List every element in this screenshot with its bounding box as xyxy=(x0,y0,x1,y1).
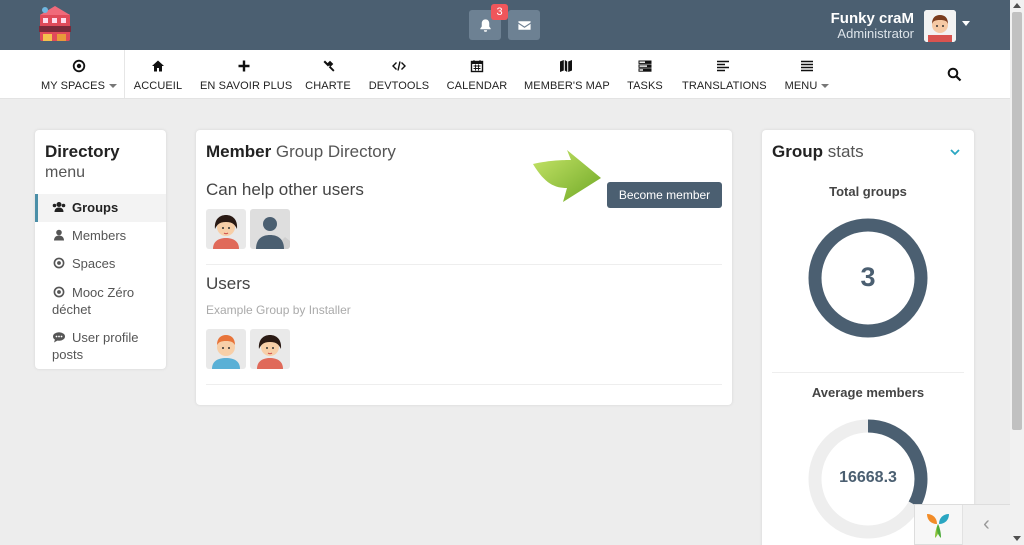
user-menu-caret-icon[interactable] xyxy=(962,21,970,26)
nav-label: MENU xyxy=(784,80,818,92)
page-scrollbar[interactable] xyxy=(1010,0,1024,545)
user-role: Administrator xyxy=(837,26,914,41)
title-rest: stats xyxy=(827,142,864,161)
directory-menu-subtitle: menu xyxy=(45,164,86,181)
nav-label: DEVTOOLS xyxy=(368,80,430,92)
average-members-value: 16668.3 xyxy=(839,469,897,486)
yii-debug-toolbar: ‹ xyxy=(914,504,1010,545)
group-description: Example Group by Installer xyxy=(206,303,351,317)
search-icon[interactable] xyxy=(947,67,962,82)
gavel-icon xyxy=(323,60,335,72)
directory-item-groups[interactable]: Groups xyxy=(35,194,166,222)
nav-label: CALENDAR xyxy=(446,80,508,92)
directory-item-label: Groups xyxy=(72,200,119,215)
member-avatar[interactable] xyxy=(206,329,246,369)
calendar-icon xyxy=(470,60,484,73)
member-avatar[interactable] xyxy=(250,329,290,369)
plus-icon xyxy=(238,60,250,72)
scroll-down-arrow-icon[interactable] xyxy=(1013,536,1021,541)
group-stats-title: Group stats xyxy=(772,142,864,162)
nav-label: TRANSLATIONS xyxy=(682,80,767,92)
total-groups-label: Total groups xyxy=(829,184,907,199)
nav-devtools[interactable]: DEVTOOLS xyxy=(368,50,430,98)
yii-logo-icon[interactable] xyxy=(923,510,953,540)
notifications-badge: 3 xyxy=(491,4,508,20)
nav-label: MEMBER'S MAP xyxy=(524,80,610,92)
bell-icon xyxy=(479,18,491,32)
messages-button[interactable] xyxy=(508,10,540,40)
nav-label: ACCUEIL xyxy=(133,80,183,92)
dot-circle-icon xyxy=(72,59,86,73)
user-icon xyxy=(54,229,64,241)
member-avatar[interactable] xyxy=(206,209,246,249)
divider xyxy=(206,264,722,265)
arrow-pointer-icon xyxy=(533,150,601,202)
directory-item-mooc-zero-dechet[interactable]: Mooc Zéro déchet xyxy=(35,284,166,318)
group-directory-title: Member Group Directory xyxy=(206,142,396,162)
directory-item-user-profile-posts[interactable]: User profile posts xyxy=(35,329,166,363)
bars-icon xyxy=(801,60,813,72)
directory-item-members[interactable]: Members xyxy=(35,222,166,250)
group-name[interactable]: Users xyxy=(206,274,250,294)
le-village-logo[interactable] xyxy=(36,5,74,45)
map-icon xyxy=(560,60,572,72)
scroll-up-arrow-icon[interactable] xyxy=(1013,3,1021,8)
divider xyxy=(206,384,722,385)
main-navigation: MY SPACES ACCUEIL EN SAVOIR PLUS CHARTE … xyxy=(0,50,1010,99)
nav-divider xyxy=(124,50,125,98)
nav-menu[interactable]: MENU xyxy=(780,50,834,98)
total-groups-value: 3 xyxy=(860,262,876,292)
nav-translations[interactable]: TRANSLATIONS xyxy=(682,50,767,98)
directory-item-spaces[interactable]: Spaces xyxy=(35,250,166,278)
group-stats-panel: Group stats Total groups 3 Average membe… xyxy=(762,130,974,545)
chevron-down-icon xyxy=(821,84,830,89)
align-left-icon xyxy=(717,60,729,72)
user-name[interactable]: Funky craM xyxy=(831,10,914,27)
directory-item-label: Members xyxy=(72,228,127,243)
envelope-icon xyxy=(517,20,531,30)
scrollbar-thumb[interactable] xyxy=(1012,12,1022,430)
nav-en-savoir-plus[interactable]: EN SAVOIR PLUS xyxy=(200,50,293,98)
user-avatar[interactable] xyxy=(924,10,956,42)
nav-tasks[interactable]: TASKS xyxy=(624,50,666,98)
users-icon xyxy=(52,202,66,212)
group-directory-panel: Member Group Directory Become member Can… xyxy=(196,130,732,405)
top-bar: 3 Funky craM Administrator xyxy=(0,0,1010,50)
nav-label: EN SAVOIR PLUS xyxy=(200,80,293,92)
nav-charte[interactable]: CHARTE xyxy=(304,50,352,98)
member-avatar[interactable] xyxy=(250,209,290,249)
average-members-label: Average members xyxy=(811,385,925,400)
become-member-button[interactable]: Become member xyxy=(607,182,722,208)
debug-toolbar-toggle[interactable]: ‹ xyxy=(962,505,1010,545)
nav-label: MY SPACES xyxy=(40,80,106,92)
nav-label: TASKS xyxy=(627,80,663,92)
nav-members-map[interactable]: MEMBER'S MAP xyxy=(524,50,610,98)
dot-circle-icon xyxy=(53,286,65,298)
title-rest: Group Directory xyxy=(275,142,396,161)
nav-my-spaces[interactable]: MY SPACES xyxy=(40,50,118,98)
code-icon xyxy=(392,61,406,71)
tasks-icon xyxy=(638,60,652,72)
nav-calendar[interactable]: CALENDAR xyxy=(446,50,508,98)
group-name[interactable]: Can help other users xyxy=(206,180,364,200)
home-icon xyxy=(152,60,164,72)
dot-circle-icon xyxy=(53,257,65,269)
divider xyxy=(772,372,964,373)
chevron-down-icon[interactable] xyxy=(949,147,961,157)
title-bold: Group xyxy=(772,142,823,161)
chevron-down-icon xyxy=(109,84,118,89)
directory-menu-title: Directory xyxy=(45,142,120,161)
title-bold: Member xyxy=(206,142,272,161)
comment-icon xyxy=(53,332,65,343)
directory-menu-panel: Directory menu Groups Members Spaces Moo… xyxy=(35,130,166,369)
directory-item-label: Spaces xyxy=(72,256,116,271)
nav-label: CHARTE xyxy=(305,80,351,92)
nav-accueil[interactable]: ACCUEIL xyxy=(132,50,184,98)
